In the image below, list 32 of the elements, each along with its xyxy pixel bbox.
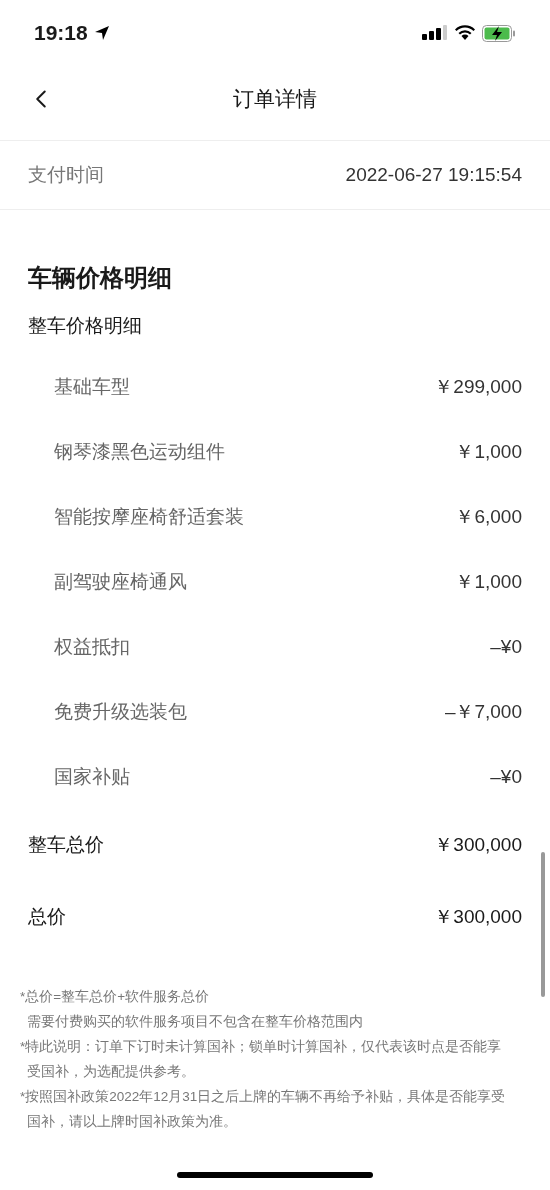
section-title: 车辆价格明细 bbox=[28, 263, 173, 293]
total-label: 整车总价 bbox=[28, 833, 104, 858]
price-item-value: –¥0 bbox=[490, 634, 522, 659]
payment-time-label: 支付时间 bbox=[28, 162, 104, 187]
footnote: *总价=整车总价+软件服务总价 bbox=[20, 987, 211, 1006]
status-time: 19:18 bbox=[34, 20, 88, 47]
total-value: ￥300,000 bbox=[434, 905, 522, 930]
price-item-label: 钢琴漆黑色运动组件 bbox=[54, 439, 225, 464]
price-item-label: 副驾驶座椅通风 bbox=[54, 569, 187, 594]
signal-icon bbox=[422, 25, 448, 41]
price-item-label: 基础车型 bbox=[54, 374, 130, 399]
wifi-icon bbox=[454, 25, 476, 41]
price-item-label: 智能按摩座椅舒适套装 bbox=[54, 504, 244, 529]
section-subtitle: 整车价格明细 bbox=[28, 314, 143, 338]
footnote: *特此说明：订单下订时未计算国补；锁单时计算国补，仅代表该时点是否能享受国补，为选配提供参考。 bbox=[20, 1037, 503, 1081]
price-item-value: ￥1,000 bbox=[455, 569, 522, 594]
footnote: *按照国补政策2022年12月31日之后上牌的车辆不再给予补贴，具体是否能享受国补，请以上牌时国补政策为准。 bbox=[20, 1087, 507, 1131]
price-item-label: 国家补贴 bbox=[54, 764, 130, 789]
payment-time-value: 2022-06-27 19:15:54 bbox=[345, 162, 522, 187]
footnote: 需要付费购买的软件服务项目不包含在整车价格范围内 bbox=[26, 1012, 364, 1031]
location-arrow-icon bbox=[93, 25, 110, 41]
price-item-value: ￥1,000 bbox=[455, 439, 522, 464]
price-item-value: ￥299,000 bbox=[434, 374, 522, 399]
price-item-value: –￥7,000 bbox=[444, 699, 522, 724]
total-label: 总价 bbox=[28, 905, 66, 930]
battery-charging-icon bbox=[482, 24, 516, 42]
price-item-label: 免费升级选装包 bbox=[54, 699, 187, 724]
price-item-value: –¥0 bbox=[490, 764, 522, 789]
total-value: ￥300,000 bbox=[434, 833, 522, 858]
price-item-label: 权益抵扣 bbox=[54, 634, 130, 659]
page-title: 订单详情 bbox=[233, 86, 317, 113]
price-item-value: ￥6,000 bbox=[455, 504, 522, 529]
